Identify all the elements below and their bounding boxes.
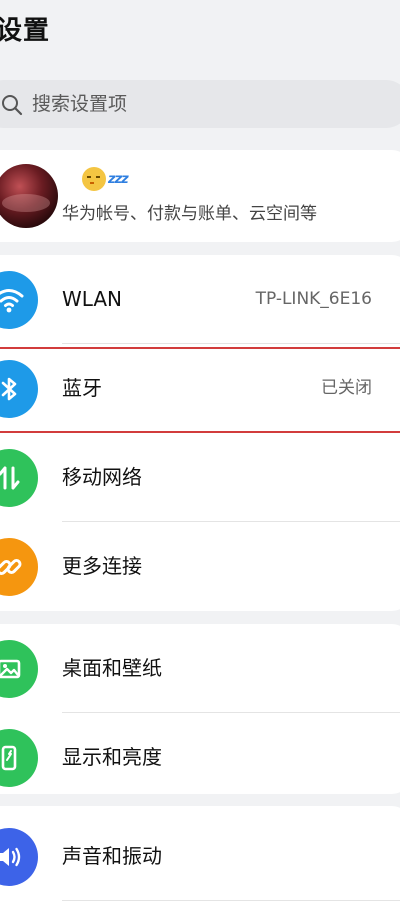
speaker-icon: [0, 828, 38, 886]
search-icon: [0, 93, 24, 117]
bluetooth-label: 蓝牙: [62, 376, 102, 400]
display-card: 桌面和壁纸 显示和亮度: [0, 624, 400, 794]
display-icon: [0, 729, 38, 787]
network-card: WLAN TP-LINK_6E16 蓝牙 已关闭 移动网络 更多连接: [0, 255, 400, 611]
wifi-icon: [0, 271, 38, 329]
wlan-value: TP-LINK_6E16: [255, 289, 372, 309]
settings-item-mobile-network[interactable]: 移动网络: [0, 433, 400, 521]
settings-item-wallpaper[interactable]: 桌面和壁纸: [0, 624, 400, 712]
mobile-data-icon: [0, 449, 38, 507]
settings-item-wlan[interactable]: WLAN TP-LINK_6E16: [0, 255, 400, 343]
more-connections-label: 更多连接: [62, 554, 142, 578]
sleepy-face-icon: [82, 167, 106, 191]
mobile-network-label: 移动网络: [62, 465, 142, 489]
search-bar[interactable]: [0, 80, 400, 128]
divider: [62, 900, 400, 901]
settings-item-sound[interactable]: 声音和振动: [0, 812, 400, 900]
zzz-icon: zzz: [108, 171, 129, 187]
account-status: zzz: [82, 164, 129, 194]
link-icon: [0, 538, 38, 596]
account-subtitle: 华为帐号、付款与账单、云空间等: [62, 204, 317, 224]
settings-item-display[interactable]: 显示和亮度: [0, 713, 400, 794]
bluetooth-icon: [0, 360, 38, 418]
settings-item-more-connections[interactable]: 更多连接: [0, 522, 400, 610]
search-input[interactable]: [32, 80, 372, 128]
page-title: 设置: [0, 16, 51, 46]
settings-page: 设置 zzz 华为帐号、付款与账单、云空间等 WLA: [0, 0, 400, 907]
account-card[interactable]: [0, 150, 400, 242]
bluetooth-value: 已关闭: [321, 378, 372, 398]
avatar: [0, 164, 58, 228]
wallpaper-label: 桌面和壁纸: [62, 656, 162, 680]
sound-label: 声音和振动: [62, 844, 162, 868]
image-icon: [0, 640, 38, 698]
display-label: 显示和亮度: [62, 745, 162, 769]
wlan-label: WLAN: [62, 287, 123, 311]
settings-item-bluetooth[interactable]: 蓝牙 已关闭: [0, 344, 400, 432]
sound-card: 声音和振动: [0, 806, 400, 907]
